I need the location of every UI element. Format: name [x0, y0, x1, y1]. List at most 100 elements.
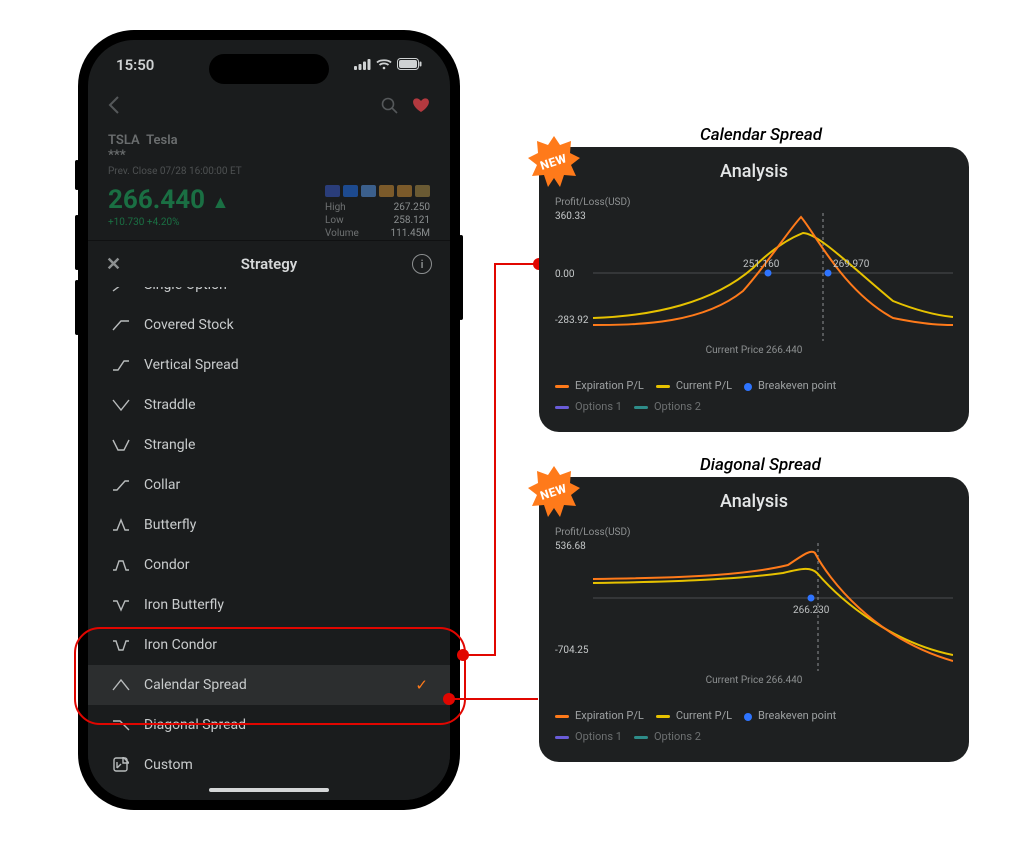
diagonal-chart: 266.230 [593, 543, 953, 671]
custom-icon [112, 757, 130, 773]
connector-line [494, 263, 538, 265]
covered-stock-icon [112, 318, 130, 332]
strategy-item-straddle[interactable]: Straddle [88, 385, 450, 425]
strategy-item-vertical-spread[interactable]: Vertical Spread [88, 345, 450, 385]
y-min: -283.92 [555, 315, 589, 326]
connector-line [494, 263, 496, 656]
calendar-spread-icon [112, 678, 130, 692]
strategy-label: Butterfly [144, 517, 196, 533]
home-indicator[interactable] [209, 788, 329, 792]
strategy-label: Iron Butterfly [144, 597, 224, 613]
strategy-label: Covered Stock [144, 317, 234, 333]
phone-screen: 15:50 [88, 40, 450, 800]
card-title-diagonal: Diagonal Spread [700, 455, 821, 475]
modal-title: Strategy [241, 255, 298, 273]
battery-icon [397, 56, 422, 74]
y-max: 360.33 [555, 211, 586, 222]
strategy-label: Collar [144, 477, 180, 493]
current-price-label: Current Price 266.440 [539, 675, 969, 686]
analysis-card-diagonal: NEW Analysis Profit/Loss(USD) 536.68 -70… [539, 477, 969, 762]
analysis-heading: Analysis [539, 491, 969, 512]
strategy-item-collar[interactable]: Collar [88, 465, 450, 505]
ticker-symbol: TSLA [108, 133, 140, 148]
low-label: Low [325, 215, 370, 226]
y-min: -704.25 [555, 645, 589, 656]
favorite-icon[interactable] [412, 97, 430, 118]
strategy-item-condor[interactable]: Condor [88, 545, 450, 585]
diagonal-spread-icon [112, 718, 130, 732]
strategy-item-iron-butterfly[interactable]: Iron Butterfly [88, 585, 450, 625]
breakeven-2-label: 269.970 [833, 259, 870, 270]
close-icon[interactable]: ✕ [106, 254, 121, 275]
collar-icon [112, 478, 130, 492]
connector-line [449, 698, 538, 700]
strategy-label: Diagonal Spread [144, 717, 246, 733]
card-title-calendar: Calendar Spread [700, 125, 822, 145]
new-badge: NEW [527, 465, 581, 519]
strategy-item-covered-stock[interactable]: Covered Stock [88, 305, 450, 345]
condor-icon [112, 558, 130, 572]
vertical-spread-icon [112, 358, 130, 372]
strategy-item-butterfly[interactable]: Butterfly [88, 505, 450, 545]
strategy-item-iron-condor[interactable]: Iron Condor [88, 625, 450, 665]
butterfly-icon [112, 518, 130, 532]
strategy-label: Vertical Spread [144, 357, 239, 373]
breakeven-1-label: 251.160 [743, 259, 780, 270]
strategy-label: Iron Condor [144, 637, 217, 653]
search-icon[interactable] [381, 97, 398, 119]
chart-legend: Expiration P/L Current P/L Breakeven poi… [555, 376, 953, 418]
strategy-list[interactable]: Single Option Covered Stock Vertical Spr… [88, 287, 450, 800]
high-value: 267.250 [380, 202, 430, 213]
check-icon: ✓ [415, 676, 428, 694]
y-max: 536.68 [555, 541, 586, 552]
back-icon[interactable] [108, 96, 120, 119]
stock-price: 266.440 ▲ [108, 185, 229, 215]
strategy-label: Condor [144, 557, 189, 573]
masked-value: *** [108, 148, 126, 163]
connector-line [463, 654, 496, 656]
stock-header-dimmed: TSLA Tesla *** Prev. Close 07/28 16:00:0… [88, 90, 450, 260]
info-icon[interactable]: i [412, 254, 432, 274]
volume-up-button [75, 215, 79, 270]
low-value: 258.121 [380, 215, 430, 226]
strategy-item-strangle[interactable]: Strangle [88, 425, 450, 465]
strategy-item-single-option[interactable]: Single Option [88, 287, 450, 305]
strategy-label: Strangle [144, 437, 195, 453]
wifi-icon [376, 56, 392, 74]
y-axis-label: Profit/Loss(USD) [555, 527, 631, 538]
volume-down-button [75, 280, 79, 335]
strategy-label: Custom [144, 757, 193, 773]
strategy-label: Calendar Spread [144, 677, 247, 693]
breakeven-label: 266.230 [793, 605, 830, 616]
strategy-item-calendar-spread[interactable]: Calendar Spread ✓ [88, 665, 450, 705]
ticker-name: Tesla [146, 133, 177, 148]
high-label: High [325, 202, 370, 213]
strategy-item-custom[interactable]: Custom [88, 745, 450, 785]
single-option-icon [112, 287, 130, 292]
status-time: 15:50 [116, 56, 154, 74]
power-button [459, 235, 463, 320]
strategy-modal: ✕ Strategy i Single Option Covered Stock [88, 240, 450, 800]
stock-change: +10.730 +4.20% [108, 217, 229, 228]
status-bar: 15:50 [88, 40, 450, 90]
iron-butterfly-icon [112, 598, 130, 612]
market-badges [325, 185, 430, 197]
analysis-card-calendar: NEW Analysis Profit/Loss(USD) 360.33 0.0… [539, 147, 969, 432]
cellular-icon [354, 56, 371, 74]
y-zero: 0.00 [555, 269, 575, 280]
up-arrow-icon: ▲ [212, 192, 230, 213]
volume-label: Volume [325, 228, 370, 239]
current-price-label: Current Price 266.440 [539, 345, 969, 356]
calendar-chart: 251.160 269.970 [593, 213, 953, 341]
straddle-icon [112, 398, 130, 412]
iron-condor-icon [112, 638, 130, 652]
phone-frame: 15:50 [78, 30, 460, 810]
new-badge: NEW [527, 135, 581, 189]
prev-close-line: Prev. Close 07/28 16:00:00 ET [108, 166, 430, 177]
y-axis-label: Profit/Loss(USD) [555, 197, 631, 208]
strategy-label: Single Option [144, 287, 227, 293]
chart-legend: Expiration P/L Current P/L Breakeven poi… [555, 706, 953, 748]
volume-value: 111.45M [380, 228, 430, 239]
strategy-item-diagonal-spread[interactable]: Diagonal Spread [88, 705, 450, 745]
strangle-icon [112, 438, 130, 452]
